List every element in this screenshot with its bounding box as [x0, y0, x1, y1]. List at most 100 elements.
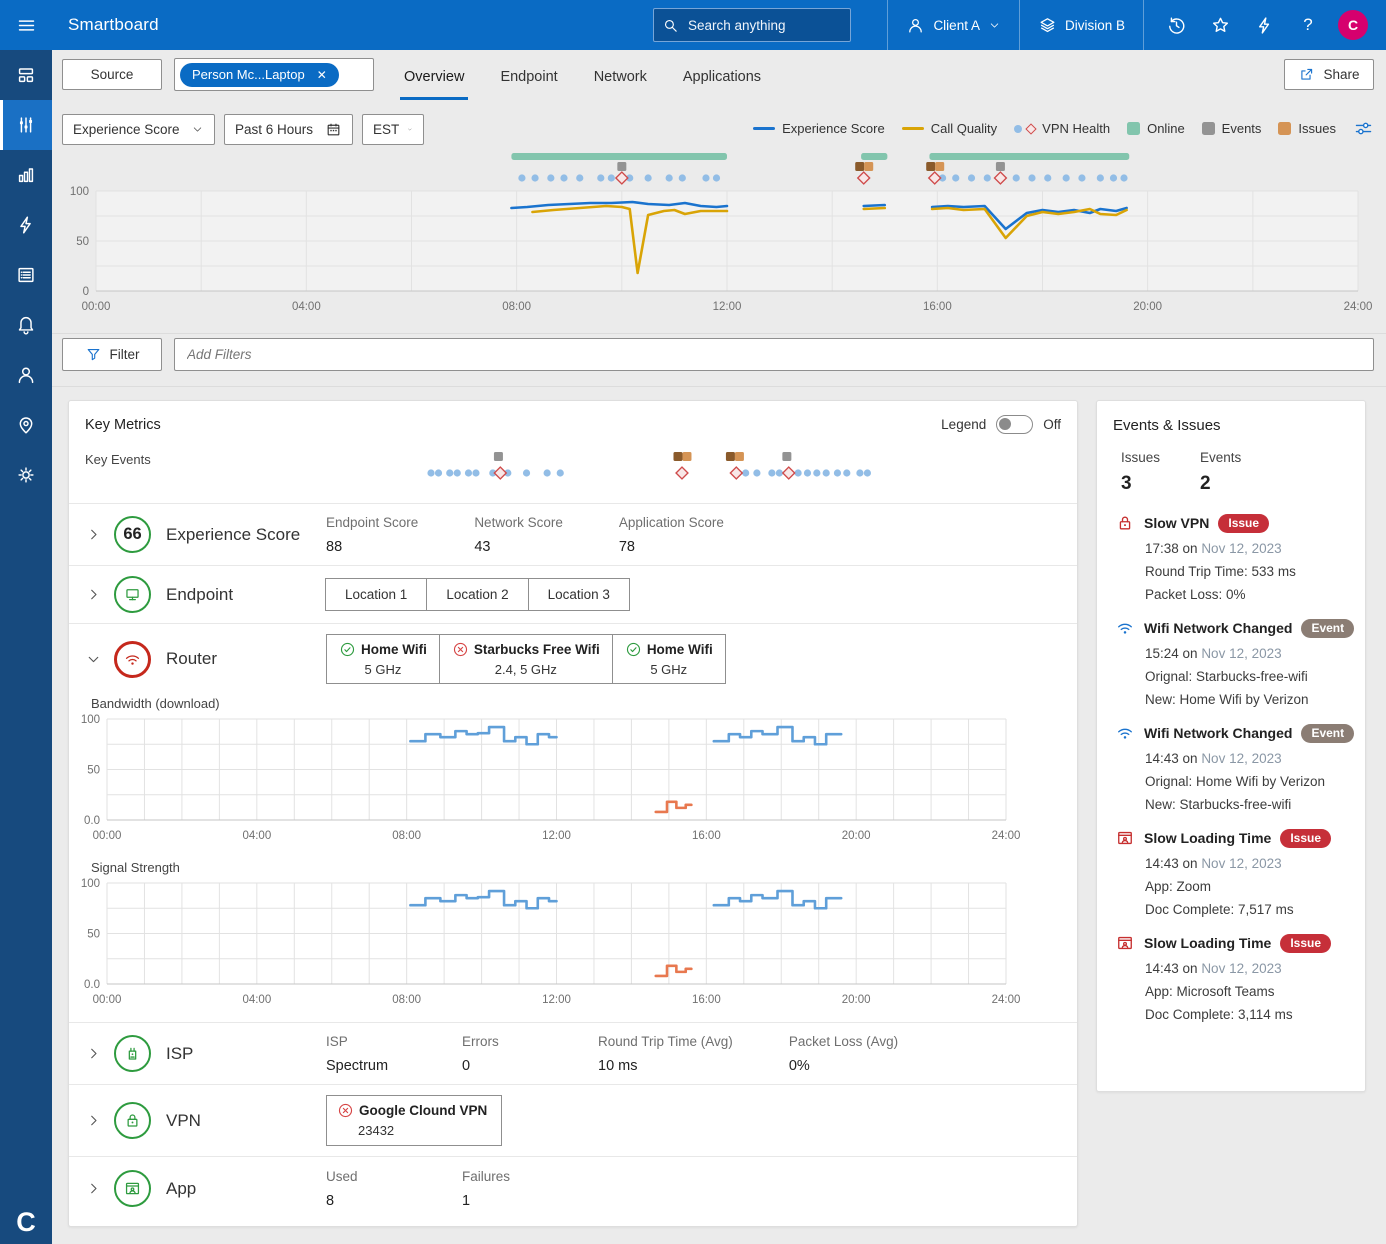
network-score-stat: Network Score43: [474, 514, 563, 555]
event-badge: Issue: [1280, 934, 1331, 953]
legend-issues: Issues: [1278, 121, 1336, 136]
add-filters-input[interactable]: [174, 338, 1374, 371]
sidebar-item-dashboard[interactable]: [0, 50, 52, 100]
share-button[interactable]: Share: [1284, 59, 1374, 90]
experience-score-row[interactable]: 66 Experience Score Endpoint Score88 Net…: [69, 503, 1077, 565]
experience-row-label: Experience Score: [166, 525, 326, 545]
wifi-icon: [1115, 723, 1135, 743]
sidebar-item-reports[interactable]: [0, 250, 52, 300]
device-chip-container: Person Mc...Laptop ✕: [174, 58, 374, 91]
metric-select[interactable]: Experience Score: [62, 114, 215, 145]
router-row[interactable]: Router Home Wifi 5 GHz Starbucks Free Wi…: [69, 623, 1077, 694]
timezone-value: EST: [373, 122, 399, 137]
endpoint-row[interactable]: Endpoint Location 1 Location 2 Location …: [69, 565, 1077, 623]
wifi-cell-starbucks[interactable]: Starbucks Free Wifi 2.4, 5 GHz: [439, 635, 612, 683]
favorites-button[interactable]: [1198, 0, 1242, 50]
bandwidth-chart: 00:0004:0008:0012:0016:0020:0024:000.050…: [75, 711, 1051, 851]
hamburger-menu-button[interactable]: [0, 0, 52, 50]
svg-text:0.0: 0.0: [84, 815, 100, 827]
vpn-row[interactable]: VPN Google Clound VPN 23432: [69, 1084, 1077, 1156]
svg-text:12:00: 12:00: [542, 830, 571, 842]
events-count: 2: [1200, 473, 1241, 495]
search-input[interactable]: [686, 17, 836, 34]
svg-text:12:00: 12:00: [542, 994, 571, 1006]
endpoint-score-stat: Endpoint Score88: [326, 514, 418, 555]
svg-text:0.0: 0.0: [84, 979, 100, 991]
sidebar-item-locations[interactable]: [0, 400, 52, 450]
event-item[interactable]: Wifi Network ChangedEvent14:43 on Nov 12…: [1111, 711, 1351, 816]
location-3-button[interactable]: Location 3: [528, 578, 630, 611]
endpoint-row-label: Endpoint: [166, 585, 326, 605]
source-button[interactable]: Source: [62, 59, 162, 90]
sidebar-item-settings[interactable]: [0, 450, 52, 500]
svg-text:100: 100: [81, 878, 100, 890]
event-item[interactable]: Slow VPNIssue17:38 on Nov 12, 2023Round …: [1111, 501, 1351, 606]
call-quality-line-swatch: [902, 127, 924, 130]
isp-row[interactable]: ISP ISPSpectrum Errors0 Round Trip Time …: [69, 1022, 1077, 1084]
chevron-right-icon[interactable]: [85, 1180, 102, 1197]
user-avatar[interactable]: C: [1338, 10, 1368, 40]
sidebar-item-actions[interactable]: [0, 200, 52, 250]
event-detail: Packet Loss: 0%: [1145, 587, 1351, 602]
event-item[interactable]: Slow Loading TimeIssue14:43 on Nov 12, 2…: [1111, 921, 1351, 1026]
chevron-right-icon[interactable]: [85, 586, 102, 603]
signal-strength-chart: 00:0004:0008:0012:0016:0020:0024:000.050…: [75, 875, 1051, 1015]
bandwidth-chart-title: Bandwidth (download): [91, 696, 1067, 711]
location-1-button[interactable]: Location 1: [325, 578, 427, 611]
tab-overview[interactable]: Overview: [404, 54, 464, 100]
lock-icon: [123, 1111, 142, 1130]
chevron-right-icon[interactable]: [85, 1112, 102, 1129]
chip-close-icon[interactable]: ✕: [317, 68, 327, 82]
svg-text:08:00: 08:00: [392, 994, 421, 1006]
experience-timeline-chart: 00:0004:0008:0012:0016:0020:0024:0005010…: [56, 148, 1382, 320]
division-selector[interactable]: Division B: [1019, 0, 1143, 50]
chevron-down-icon: [407, 123, 413, 136]
history-icon: [1166, 15, 1187, 36]
client-selector[interactable]: Client A: [887, 0, 1019, 50]
history-button[interactable]: [1154, 0, 1198, 50]
help-button[interactable]: ?: [1286, 0, 1330, 50]
wifi-cell-home-2[interactable]: Home Wifi 5 GHz: [612, 635, 725, 683]
events-count-block: Events 2: [1200, 450, 1241, 495]
global-search[interactable]: [653, 8, 851, 42]
device-chip[interactable]: Person Mc...Laptop ✕: [180, 63, 339, 87]
wifi-cell-home-1[interactable]: Home Wifi 5 GHz: [327, 635, 439, 683]
legend-toggle[interactable]: [996, 415, 1033, 434]
tab-applications[interactable]: Applications: [683, 54, 761, 100]
app-row[interactable]: App Used8 Failures1: [69, 1156, 1077, 1220]
event-title: Wifi Network Changed: [1144, 620, 1292, 636]
chevron-down-icon[interactable]: [85, 651, 102, 668]
timezone-select[interactable]: EST: [362, 114, 424, 145]
app-ring: [114, 1170, 151, 1207]
event-title: Slow VPN: [1144, 515, 1209, 531]
event-item[interactable]: Slow Loading TimeIssue14:43 on Nov 12, 2…: [1111, 816, 1351, 921]
tab-network[interactable]: Network: [594, 54, 647, 100]
filter-button[interactable]: Filter: [62, 338, 162, 371]
pin-icon: [15, 414, 37, 436]
divider: [52, 333, 1386, 334]
legend-settings-icon[interactable]: [1353, 118, 1374, 139]
location-buttons: Location 1 Location 2 Location 3: [326, 578, 630, 611]
app-window-icon: [1115, 828, 1135, 848]
time-range-select[interactable]: Past 6 Hours: [224, 114, 353, 145]
chevron-right-icon[interactable]: [85, 1045, 102, 1062]
sidebar-item-charts[interactable]: [0, 150, 52, 200]
quick-actions-button[interactable]: [1242, 0, 1286, 50]
location-2-button[interactable]: Location 2: [426, 578, 528, 611]
monitor-icon: [123, 585, 142, 604]
sidebar-item-users[interactable]: [0, 350, 52, 400]
router-row-label: Router: [166, 649, 326, 669]
main-content: Source Person Mc...Laptop ✕ Overview End…: [52, 50, 1386, 1244]
sidebar-item-notifications[interactable]: [0, 300, 52, 350]
svg-text:0: 0: [83, 286, 89, 298]
issues-count: 3: [1121, 473, 1160, 495]
chevron-right-icon[interactable]: [85, 526, 102, 543]
event-badge: Event: [1301, 619, 1354, 638]
isp-errors-stat: Errors0: [462, 1033, 542, 1074]
event-item[interactable]: Wifi Network ChangedEvent15:24 on Nov 12…: [1111, 606, 1351, 711]
sidebar-item-metrics[interactable]: [0, 100, 52, 150]
vpn-cell[interactable]: Google Clound VPN 23432: [326, 1095, 502, 1146]
key-events-strip: [75, 446, 1051, 494]
event-detail: App: Microsoft Teams: [1145, 984, 1351, 999]
tab-endpoint[interactable]: Endpoint: [500, 54, 557, 100]
